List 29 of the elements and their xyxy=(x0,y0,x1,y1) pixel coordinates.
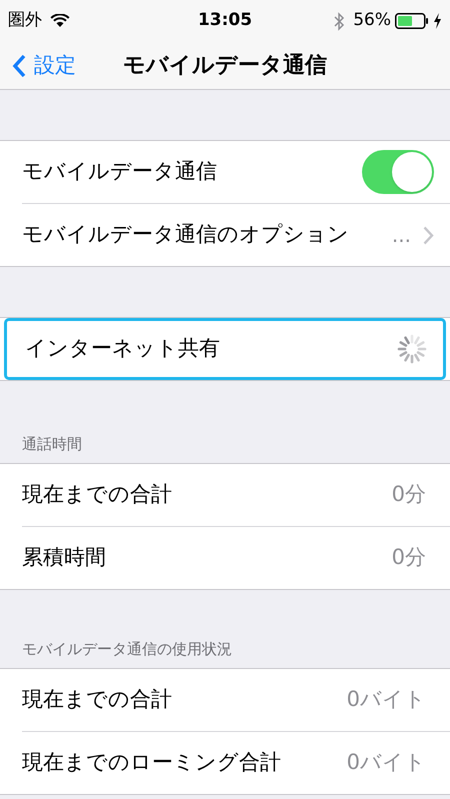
row-value: 0バイト xyxy=(346,749,426,776)
row-label: インターネット共有 xyxy=(25,335,221,362)
charging-bolt-icon xyxy=(433,13,442,29)
bluetooth-icon xyxy=(334,12,346,30)
back-button[interactable]: 設定 xyxy=(0,50,76,82)
carrier-text: 圏外 xyxy=(8,9,42,32)
nav-title: モバイルデータ通信 xyxy=(123,52,327,80)
chevron-right-icon xyxy=(423,226,434,244)
section-header: 通話時間 xyxy=(22,434,82,454)
row-value: 0分 xyxy=(392,481,426,508)
row-label: 現在までの合計 xyxy=(22,481,173,508)
section-header: モバイルデータ通信の使用状況 xyxy=(22,638,232,660)
battery-percent: 56% xyxy=(353,9,391,32)
row-label: 現在までの合計 xyxy=(22,686,173,714)
row-label: モバイルデータ通信のオプション xyxy=(22,221,350,248)
loading-spinner-icon xyxy=(397,334,427,364)
row-label: 累積時間 xyxy=(22,544,107,572)
battery-icon xyxy=(395,13,429,29)
clock-text: 13:05 xyxy=(198,9,252,32)
toggle-switch[interactable] xyxy=(362,150,434,194)
wifi-icon xyxy=(50,14,70,28)
settings-row[interactable]: モバイルデータ通信のオプション ... xyxy=(0,204,450,266)
row-label: モバイルデータ通信 xyxy=(22,158,218,186)
row-label: 現在までのローミング合計 xyxy=(22,749,282,776)
row-value: 0分 xyxy=(392,544,426,572)
row-value: 0バイト xyxy=(346,686,426,714)
row-value: ... xyxy=(392,222,411,249)
settings-row[interactable]: インターネット共有 xyxy=(4,318,446,380)
back-chevron-icon xyxy=(12,54,26,78)
